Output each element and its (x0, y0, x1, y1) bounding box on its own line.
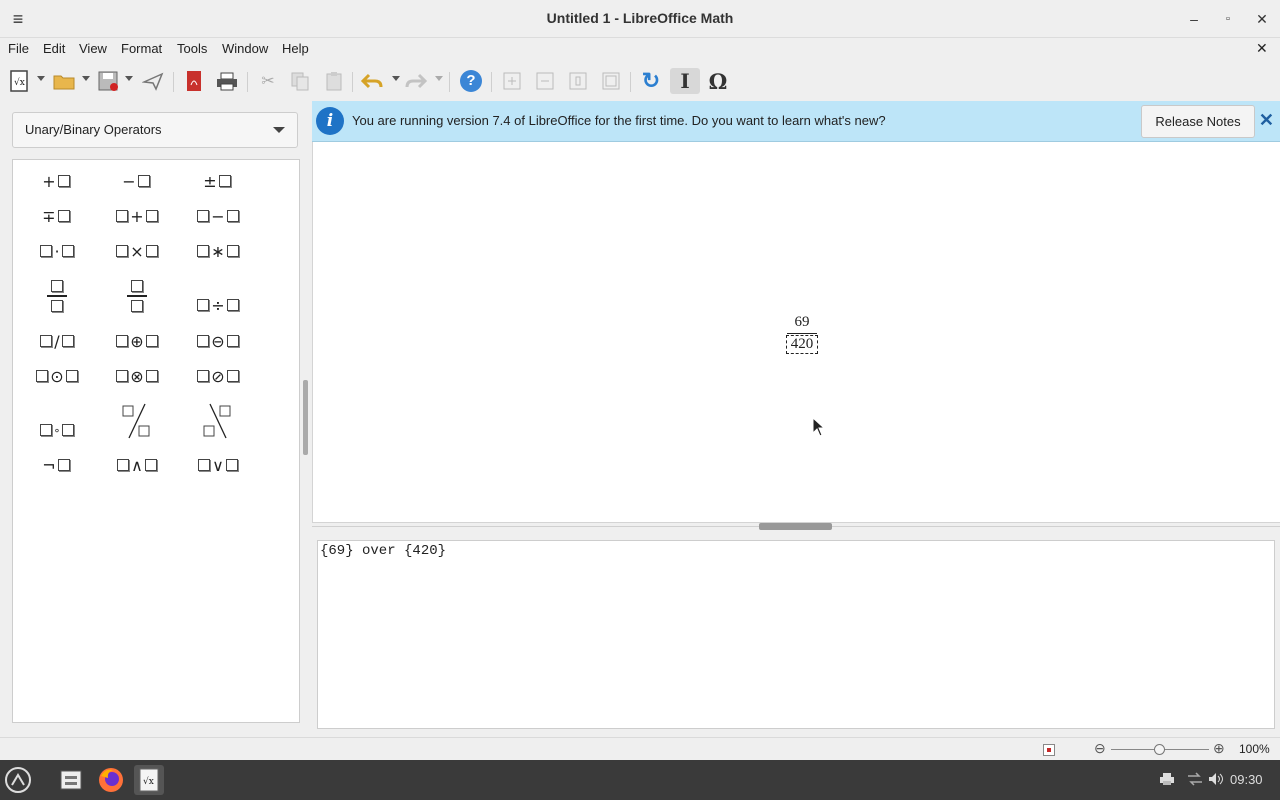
formula-numerator: 69 (794, 314, 810, 330)
start-menu-icon[interactable] (3, 765, 33, 795)
print-icon[interactable] (214, 68, 240, 94)
zoom-in-icon[interactable] (500, 68, 524, 94)
close-infobar-icon[interactable]: ✕ (1259, 110, 1274, 131)
save-dropdown-icon[interactable] (125, 76, 133, 81)
file-manager-icon[interactable] (56, 765, 86, 795)
menu-edit[interactable]: Edit (43, 41, 65, 56)
element-addition[interactable]: + (107, 201, 167, 231)
element-circled-dot[interactable]: ⊙ (27, 361, 87, 391)
menu-help[interactable]: Help (282, 41, 309, 56)
minimize-button[interactable]: – (1184, 9, 1204, 29)
element-category-dropdown[interactable]: Unary/Binary Operators (12, 112, 298, 148)
element-minus-plus[interactable]: ∓ (27, 201, 87, 231)
firefox-icon[interactable] (96, 765, 126, 795)
menu-file[interactable]: File (8, 41, 29, 56)
send-icon[interactable] (140, 68, 166, 94)
command-editor[interactable]: {69} over {420} (317, 540, 1275, 729)
new-formula-icon[interactable]: √x (8, 68, 30, 94)
window-title: Untitled 1 - LibreOffice Math (546, 10, 734, 26)
element-division[interactable]: ÷ (188, 290, 248, 320)
taskbar: √x 09:30 (0, 760, 1280, 800)
element-subtraction[interactable]: − (188, 201, 248, 231)
menu-window[interactable]: Window (222, 41, 268, 56)
zoom-out-icon[interactable] (533, 68, 557, 94)
cut-icon[interactable]: ✂ (256, 68, 280, 94)
mouse-cursor-icon (812, 416, 826, 440)
export-pdf-icon[interactable] (182, 68, 206, 94)
sidebar-splitter[interactable] (303, 380, 308, 455)
element-circled-slash[interactable]: ⊘ (188, 361, 248, 391)
copy-icon[interactable] (288, 68, 312, 94)
undo-dropdown-icon[interactable] (392, 76, 400, 81)
element-boolean-not[interactable]: ¬ (27, 450, 87, 480)
close-document-icon[interactable]: ✕ (1256, 40, 1268, 57)
document-modified-icon (1043, 744, 1055, 756)
svg-text:√x: √x (14, 77, 25, 88)
menu-format[interactable]: Format (121, 41, 162, 56)
save-icon[interactable] (96, 68, 122, 94)
element-minus[interactable]: − (107, 166, 167, 196)
element-boolean-and[interactable]: ∧ (107, 450, 167, 480)
formula-preview[interactable]: 69 420 (312, 142, 1280, 523)
rendered-formula: 69 420 (786, 314, 818, 354)
element-multiplication-dot[interactable]: · (27, 236, 87, 266)
redo-icon[interactable] (404, 68, 428, 94)
update-icon[interactable]: ↻ (638, 68, 664, 94)
element-boolean-or[interactable]: ∨ (188, 450, 248, 480)
element-circled-minus[interactable]: ⊖ (188, 326, 248, 356)
info-icon: i (316, 107, 344, 135)
element-multiplication-x[interactable]: × (107, 236, 167, 266)
new-dropdown-icon[interactable] (37, 76, 45, 81)
standard-toolbar: √x ✂ ? ↻ I Ω (0, 62, 1280, 100)
element-wide-slash[interactable] (107, 400, 167, 442)
volume-icon[interactable] (1208, 772, 1224, 789)
category-label: Unary/Binary Operators (25, 122, 162, 137)
element-fraction[interactable] (27, 275, 87, 317)
elements-panel: + − ± ∓ + − · × ∗ ÷ / ⊕ ⊖ ⊙ ⊗ ⊘ ∘ ¬ ∧ ∨ (12, 159, 300, 723)
editor-splitter-handle[interactable] (759, 523, 832, 530)
menu-tools[interactable]: Tools (177, 41, 207, 56)
paste-icon[interactable] (322, 68, 346, 94)
formula-denominator: 420 (786, 335, 818, 354)
element-plus-minus[interactable]: ± (188, 166, 248, 196)
info-message: You are running version 7.4 of LibreOffi… (352, 113, 886, 128)
element-circled-plus[interactable]: ⊕ (107, 326, 167, 356)
network-icon[interactable] (1186, 772, 1204, 789)
element-concatenate[interactable]: ∘ (27, 415, 87, 445)
element-wide-backslash[interactable] (188, 400, 248, 442)
undo-icon[interactable] (360, 68, 384, 94)
clock[interactable]: 09:30 (1230, 772, 1263, 787)
open-dropdown-icon[interactable] (82, 76, 90, 81)
svg-text:√x: √x (143, 776, 154, 787)
libreoffice-math-icon[interactable]: √x (134, 765, 164, 795)
zoom-out-icon[interactable]: ⊖ (1094, 740, 1106, 757)
chevron-down-icon (273, 127, 285, 133)
title-bar: ≡ Untitled 1 - LibreOffice Math – ▫ ✕ (0, 0, 1280, 38)
zoom-in-icon[interactable]: ⊕ (1213, 740, 1225, 757)
element-division-fraction[interactable] (107, 275, 167, 317)
show-all-icon[interactable] (599, 68, 623, 94)
redo-dropdown-icon[interactable] (435, 76, 443, 81)
symbols-icon[interactable]: Ω (704, 68, 732, 94)
element-circled-times[interactable]: ⊗ (107, 361, 167, 391)
command-text: {69} over {420} (320, 543, 447, 559)
menu-bar: File Edit View Format Tools Window Help … (0, 37, 1280, 61)
element-slash[interactable]: / (27, 326, 87, 356)
open-icon[interactable] (51, 68, 77, 94)
formula-cursor-icon[interactable]: I (670, 68, 700, 94)
element-multiplication-asterisk[interactable]: ∗ (188, 236, 248, 266)
close-window-button[interactable]: ✕ (1252, 9, 1272, 29)
printer-icon[interactable] (1159, 772, 1175, 789)
fraction-bar (787, 333, 817, 334)
status-bar: ⊖ ⊕ 100% (0, 737, 1280, 761)
info-bar: i You are running version 7.4 of LibreOf… (312, 101, 1280, 142)
menu-view[interactable]: View (79, 41, 107, 56)
element-plus[interactable]: + (27, 166, 87, 196)
zoom-slider-thumb[interactable] (1154, 744, 1165, 755)
release-notes-button[interactable]: Release Notes (1141, 105, 1255, 138)
zoom-percentage[interactable]: 100% (1239, 742, 1270, 756)
help-icon[interactable]: ? (458, 68, 484, 94)
zoom-100-icon[interactable] (566, 68, 590, 94)
maximize-button[interactable]: ▫ (1218, 9, 1238, 29)
